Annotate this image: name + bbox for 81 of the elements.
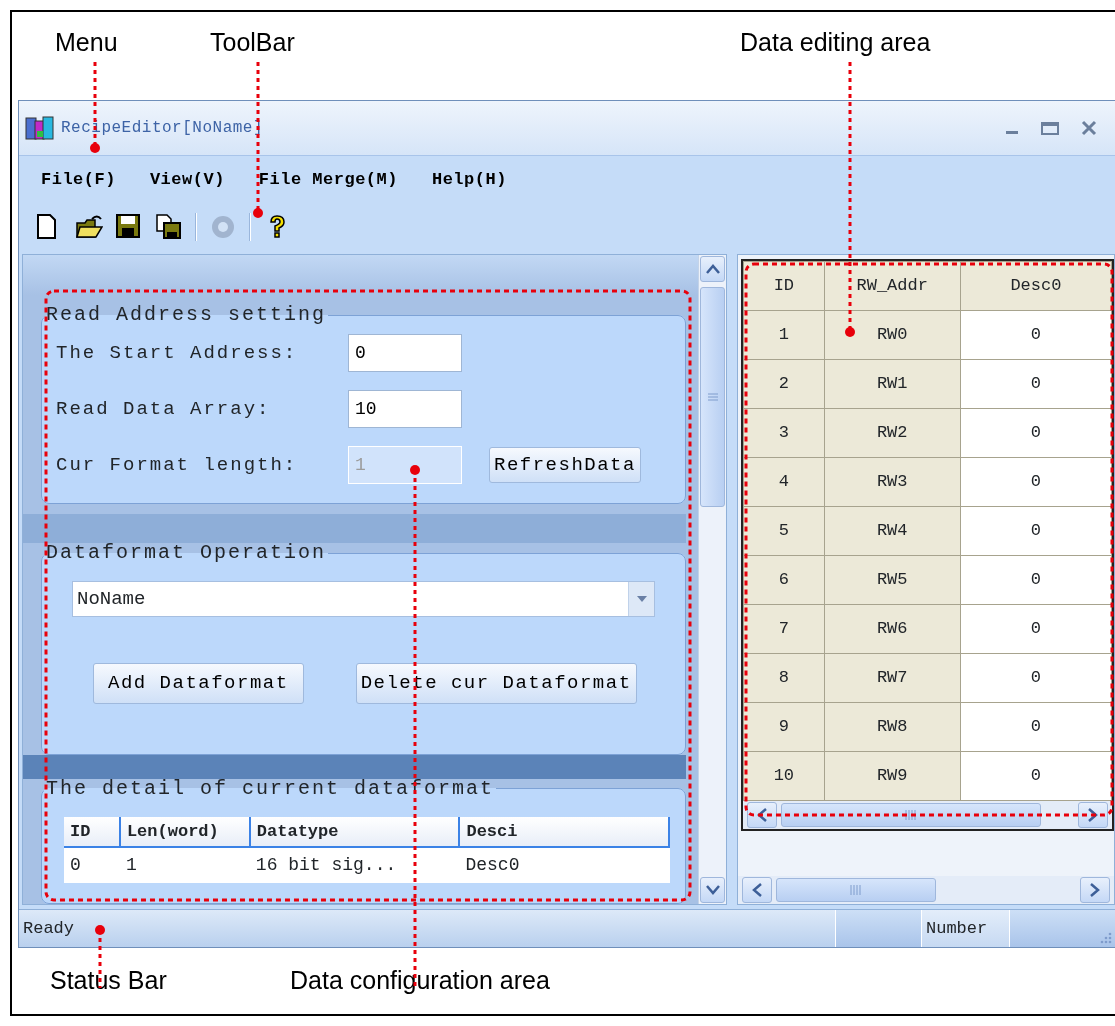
callout-label: Data editing area xyxy=(740,28,931,56)
field-label: Read Data Array: xyxy=(56,396,272,422)
grip-icon xyxy=(905,810,917,820)
table-cell: RW1 xyxy=(824,359,961,409)
maximize-icon[interactable] xyxy=(1041,121,1059,135)
menu-item[interactable]: File Merge(M) xyxy=(258,167,398,193)
column-header: ID xyxy=(743,261,825,311)
field-label: Cur Format length: xyxy=(56,452,299,478)
folder-icon[interactable] xyxy=(75,213,103,241)
horizontal-scrollbar[interactable] xyxy=(743,801,1112,829)
menu-item[interactable]: Help(H) xyxy=(431,167,507,193)
floppy-disk-icon[interactable] xyxy=(155,213,183,241)
caret-icon xyxy=(636,596,647,603)
column-header: Desc0 xyxy=(960,261,1112,311)
table-cell: 10 xyxy=(743,751,825,801)
table-cell: Desc0 xyxy=(459,847,669,883)
chevron-up-icon[interactable] xyxy=(705,264,720,274)
resize-grip-icon[interactable] xyxy=(1100,932,1112,944)
input-field[interactable]: 0 xyxy=(348,334,462,372)
table-cell: 1 xyxy=(119,847,250,883)
chevron-right-icon[interactable] xyxy=(1088,808,1098,822)
table-cell: RW8 xyxy=(824,702,961,752)
table-cell: 2 xyxy=(743,359,825,409)
group-title: Read Address setting xyxy=(45,305,328,325)
table-cell: RW3 xyxy=(824,457,961,507)
chevron-right-icon[interactable] xyxy=(1090,883,1100,897)
table-cell: 0 xyxy=(960,653,1112,703)
callout-label: Data configuration area xyxy=(290,966,550,995)
column-header: Len(word) xyxy=(119,816,250,847)
table-cell: 16 bit sig... xyxy=(249,847,460,883)
grip-icon xyxy=(707,393,718,401)
table-cell: RW6 xyxy=(824,604,961,654)
table-cell: RW0 xyxy=(824,310,961,360)
table-cell: 0 xyxy=(960,408,1112,458)
table-cell: 0 xyxy=(64,847,120,883)
table-cell: RW9 xyxy=(824,751,961,801)
table-cell: 6 xyxy=(743,555,825,605)
table-cell: 0 xyxy=(960,457,1112,507)
table-cell: 5 xyxy=(743,506,825,556)
close-icon[interactable] xyxy=(1081,120,1097,136)
table-cell: 0 xyxy=(960,310,1112,360)
table-cell: 7 xyxy=(743,604,825,654)
menu-item[interactable]: View(V) xyxy=(149,167,225,193)
column-header: Desci xyxy=(459,816,669,847)
table-cell: 0 xyxy=(960,751,1112,801)
group-title: Dataformat Operation xyxy=(45,543,328,564)
menu-item[interactable]: File(F) xyxy=(41,167,116,193)
grip-icon xyxy=(850,885,862,895)
window-title: RecipeEditor[NoName] xyxy=(61,118,264,139)
table-cell: RW2 xyxy=(824,408,961,458)
column-header: Datatype xyxy=(249,816,460,847)
refresh-button[interactable]: RefreshData xyxy=(489,446,641,484)
chevron-down-icon[interactable] xyxy=(705,885,720,895)
app-icon xyxy=(25,115,55,141)
field-label: The Start Address: xyxy=(56,340,299,366)
table-cell: 0 xyxy=(960,555,1112,605)
table-cell: 1 xyxy=(743,310,825,360)
table-cell: RW5 xyxy=(824,555,961,605)
callout-label: ToolBar xyxy=(210,28,295,56)
chevron-left-icon[interactable] xyxy=(757,808,767,822)
table-cell: 0 xyxy=(960,506,1112,556)
vertical-scrollbar[interactable] xyxy=(698,255,726,904)
horizontal-scrollbar[interactable] xyxy=(738,876,1114,904)
dropdown[interactable]: NoName xyxy=(72,581,655,618)
status-text: Ready xyxy=(22,918,75,940)
column-header: ID xyxy=(64,816,120,847)
callout-label: Menu xyxy=(55,28,118,56)
input-field[interactable]: 10 xyxy=(348,390,462,428)
table-cell: 4 xyxy=(743,457,825,507)
chevron-left-icon[interactable] xyxy=(752,883,762,897)
table-cell: 9 xyxy=(743,702,825,752)
status-panel: Number xyxy=(921,910,1009,947)
group-title: The detail of current dataformat xyxy=(45,778,496,799)
column-header: RW_Addr xyxy=(824,261,961,311)
action-button[interactable]: Add Dataformat xyxy=(93,663,304,704)
table-cell: RW7 xyxy=(824,653,961,703)
table-cell: 3 xyxy=(743,408,825,458)
callout-label: Status Bar xyxy=(50,966,167,995)
table-cell: RW4 xyxy=(824,506,961,556)
table-cell: 8 xyxy=(743,653,825,703)
action-button[interactable]: Delete cur Dataformat xyxy=(355,663,637,704)
